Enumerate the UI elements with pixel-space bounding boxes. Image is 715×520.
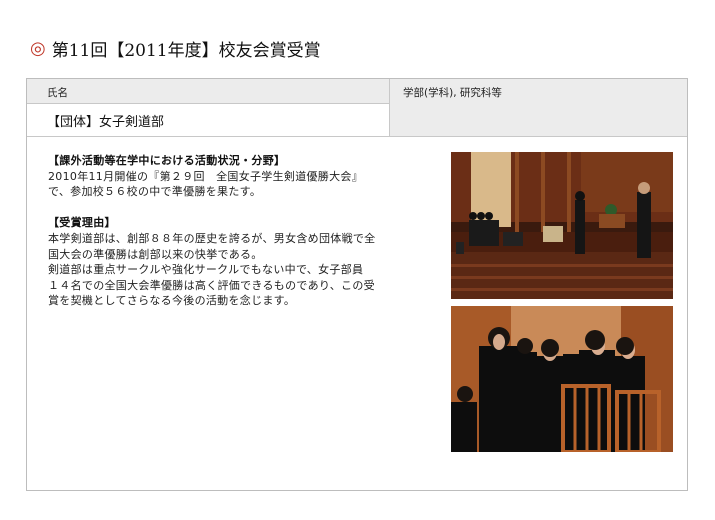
section2-line: 剣道部は重点サークルや強化サークルでもない中で、女子部員 <box>48 263 364 277</box>
table-data-row: 【団体】女子剣道部 <box>27 103 687 137</box>
award-record-frame: 氏名 学部(学科), 研究科等 【団体】女子剣道部 【課外活動等在学中における活… <box>26 78 688 491</box>
section1-heading: 【課外活動等在学中における活動状況・分野】 <box>48 154 286 167</box>
section2-line: 本学剣道部は、創部８８年の歴史を誇るが、男女含め団体戦で全 <box>48 231 376 245</box>
double-circle-icon: ◎ <box>30 38 46 59</box>
section2-line: 国大会の準優勝は創部以来の快挙である。 <box>48 247 263 261</box>
affiliation-cell <box>390 103 687 136</box>
column-divider <box>389 79 390 136</box>
section1-line: で、参加校５６校の中で準優勝を果たす。 <box>48 185 262 199</box>
award-ceremony-photo <box>451 152 673 299</box>
page-title-text: 第11回【2011年度】校友会賞受賞 <box>51 41 321 61</box>
header-name: 氏名 <box>47 87 68 99</box>
table-header-row: 氏名 学部(学科), 研究科等 <box>27 79 687 104</box>
header-affiliation: 学部(学科), 研究科等 <box>403 87 502 99</box>
page-title: ◎ 第11回【2011年度】校友会賞受賞 <box>30 36 321 61</box>
club-members-photo <box>451 306 673 452</box>
section2-heading: 【受賞理由】 <box>48 216 116 230</box>
section1-line: 2010年11月開催の『第２９回 全国女子学生剣道優勝大会』 <box>48 169 363 183</box>
section2-line: １４名での全国大会準優勝は高く評価できるものであり、この受 <box>48 278 375 292</box>
section2-line: 賞を契機としてさらなる今後の活動を念じます。 <box>48 294 296 308</box>
description-text: 【課外活動等在学中における活動状況・分野】 2010年11月開催の『第２９回 全… <box>48 153 443 309</box>
recipient-name: 【団体】女子剣道部 <box>47 115 165 130</box>
